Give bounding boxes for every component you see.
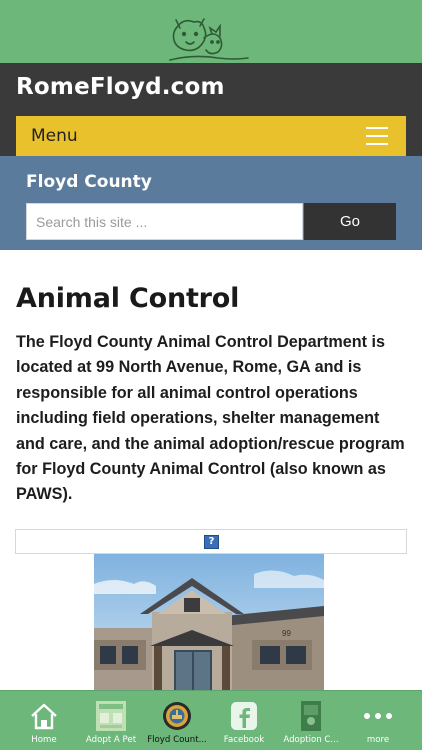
tab-facebook[interactable]: Facebook <box>210 691 278 750</box>
tab-floyd-county[interactable]: Floyd Count... <box>143 691 211 750</box>
intro-paragraph: The Floyd County Animal Control Departme… <box>16 333 405 504</box>
hamburger-menu-icon[interactable] <box>366 127 388 145</box>
tab-more[interactable]: more <box>344 691 412 750</box>
facebook-icon <box>231 702 257 730</box>
search-section: Floyd County Go <box>0 156 422 250</box>
broken-image-icon: ? <box>204 535 219 549</box>
menu-bar[interactable]: Menu <box>16 116 406 156</box>
go-button[interactable]: Go <box>304 203 396 240</box>
adoption-center-thumbnail-icon <box>301 701 321 731</box>
tab-adopt-a-pet[interactable]: Adopt A Pet <box>77 691 145 750</box>
pets-logo-icon <box>169 18 249 61</box>
menu-label: Menu <box>31 126 78 146</box>
county-title: Floyd County <box>26 172 152 192</box>
search-input[interactable] <box>26 203 303 240</box>
more-dots-icon <box>364 713 392 719</box>
tab-adoption-center[interactable]: Adoption C... <box>277 691 345 750</box>
tab-label: Facebook <box>223 735 265 745</box>
tab-home[interactable]: Home <box>10 691 78 750</box>
tab-label: Floyd Count... <box>147 735 207 745</box>
building-number: 99 <box>282 629 291 638</box>
building-photo: 99 <box>94 554 324 690</box>
top-banner <box>0 0 422 63</box>
tab-label: Home <box>31 735 57 745</box>
site-title[interactable]: RomeFloyd.com <box>16 74 225 100</box>
tab-label: Adoption C... <box>283 735 339 745</box>
tab-label: Adopt A Pet <box>85 735 137 745</box>
home-icon <box>31 703 57 730</box>
page-title: Animal Control <box>16 283 240 314</box>
broken-image-placeholder: ? <box>15 529 407 554</box>
adopt-thumbnail-icon <box>96 701 126 731</box>
bottom-tab-bar: Home Adopt A Pet Floyd Count... Facebook <box>0 690 422 750</box>
site-header: RomeFloyd.com Menu <box>0 63 422 156</box>
floyd-county-seal-icon <box>163 702 191 730</box>
tab-label: more <box>366 735 390 745</box>
